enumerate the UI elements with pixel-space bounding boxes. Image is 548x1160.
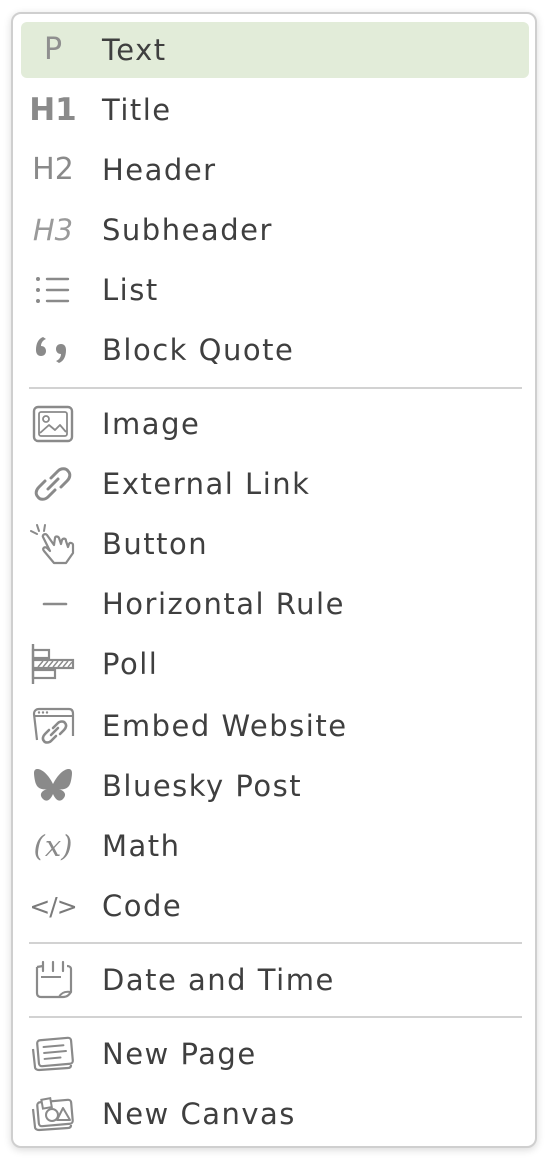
paragraph-icon: P (43, 32, 63, 67)
menu-item-label: Image (102, 407, 201, 441)
menu-item-text[interactable]: P Text (21, 22, 529, 78)
link-icon (29, 462, 77, 506)
menu-item-label: List (102, 273, 159, 307)
menu-item-button[interactable]: Button (21, 516, 529, 572)
menu-item-label: Header (102, 153, 217, 187)
menu-item-label: Title (102, 93, 172, 127)
menu-item-label: New Page (102, 1037, 257, 1071)
menu-item-date-and-time[interactable]: Date and Time (21, 952, 529, 1008)
menu-item-label: External Link (102, 467, 311, 501)
menu-item-label: Math (102, 829, 181, 863)
heading3-icon: H3 (32, 212, 74, 247)
menu-item-new-page[interactable]: New Page (21, 1026, 529, 1082)
embed-website-icon (29, 704, 77, 748)
heading1-icon: H1 (29, 91, 77, 128)
list-icon (29, 268, 77, 312)
poll-icon (29, 642, 77, 686)
block-type-menu: P Text H1 Title H2 Header H3 Subheader L… (11, 12, 537, 1148)
menu-item-bluesky-post[interactable]: Bluesky Post (21, 758, 529, 814)
button-click-icon (29, 522, 77, 566)
menu-item-poll[interactable]: Poll (21, 636, 529, 692)
menu-item-external-link[interactable]: External Link (21, 456, 529, 512)
new-page-icon (29, 1032, 77, 1076)
menu-item-horizontal-rule[interactable]: Horizontal Rule (21, 576, 529, 632)
menu-item-label: New Canvas (102, 1097, 296, 1131)
menu-item-label: Embed Website (102, 709, 348, 743)
menu-item-new-canvas[interactable]: New Canvas (21, 1086, 529, 1142)
horizontal-rule-icon (29, 582, 77, 626)
menu-item-label: Block Quote (102, 333, 295, 367)
section-divider (29, 942, 522, 944)
menu-item-label: Button (102, 527, 209, 561)
menu-item-list[interactable]: List (21, 262, 529, 318)
menu-item-subheader[interactable]: H3 Subheader (21, 202, 529, 258)
menu-item-label: Text (102, 33, 167, 67)
menu-item-label: Subheader (102, 213, 273, 247)
menu-item-embed-website[interactable]: Embed Website (21, 698, 529, 754)
heading2-icon: H2 (32, 152, 74, 187)
menu-item-label: Code (102, 889, 183, 923)
menu-item-label: Poll (102, 647, 159, 681)
new-canvas-icon (29, 1092, 77, 1136)
menu-item-label: Date and Time (102, 963, 335, 997)
menu-item-label: Bluesky Post (102, 769, 303, 803)
calendar-icon (29, 958, 77, 1002)
menu-item-title[interactable]: H1 Title (21, 82, 529, 138)
code-icon: </> (29, 891, 77, 921)
math-icon: (x) (33, 828, 73, 863)
section-divider (29, 1016, 522, 1018)
menu-item-image[interactable]: Image (21, 396, 529, 452)
bluesky-butterfly-icon (29, 764, 77, 808)
menu-item-label: Horizontal Rule (102, 587, 345, 621)
menu-item-math[interactable]: (x) Math (21, 818, 529, 874)
menu-item-header[interactable]: H2 Header (21, 142, 529, 198)
menu-item-block-quote[interactable]: Block Quote (21, 322, 529, 378)
section-divider (29, 387, 522, 389)
image-icon (29, 402, 77, 446)
menu-item-code[interactable]: </> Code (21, 878, 529, 934)
quote-icon (29, 328, 77, 372)
